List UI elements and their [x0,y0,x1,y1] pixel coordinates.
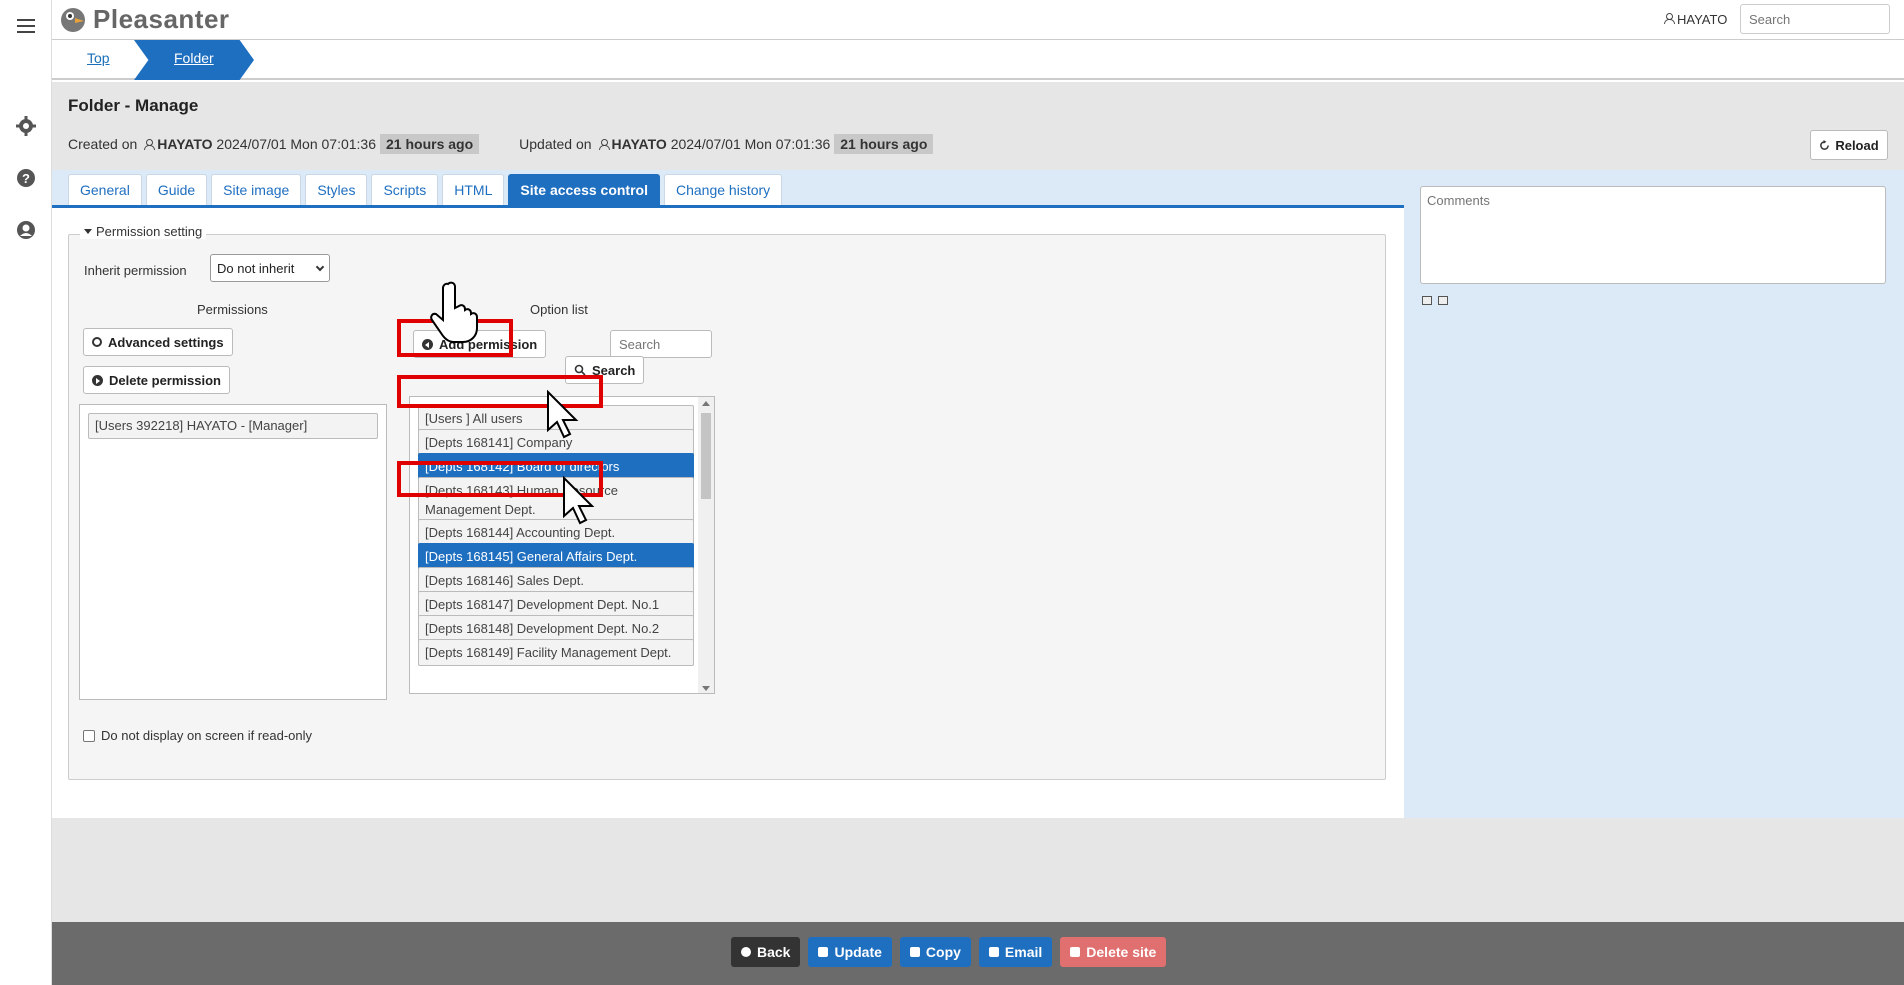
delete-site-button[interactable]: Delete site [1060,937,1167,967]
updated-date: 2024/07/01 Mon 07:01:36 [670,136,831,152]
tab-general[interactable]: General [68,174,142,205]
created-date: 2024/07/01 Mon 07:01:36 [216,136,376,152]
tab-change-history[interactable]: Change history [664,174,783,205]
breadcrumb: Top Folder [52,40,1904,80]
person-icon [598,138,610,150]
svg-text:?: ? [22,171,30,186]
inherit-permission-label: Inherit permission [84,263,187,278]
permissions-heading: Permissions [197,302,268,317]
page-title: Folder - Manage [68,96,199,115]
breadcrumb-folder-link[interactable]: Folder [134,40,254,80]
delete-permission-button[interactable]: Delete permission [83,366,230,394]
person-icon [143,138,156,150]
readonly-label: Do not display on screen if read-only [101,728,313,743]
app-name: Pleasanter [93,4,230,34]
footer-command-bar: Back Update Copy Email Delete site [52,922,1904,985]
email-icon [988,947,999,957]
copy-icon [909,947,920,957]
updated-user[interactable]: HAYATO [612,136,667,152]
option-item-accounting[interactable]: [Depts 168144] Accounting Dept. [418,519,694,546]
global-search-input[interactable] [1740,4,1890,34]
created-label: Created on [68,136,138,152]
person-icon [1663,13,1675,24]
gear-icon [92,337,102,347]
back-icon [741,947,751,957]
option-item-sales[interactable]: [Depts 168146] Sales Dept. [418,567,694,594]
breadcrumb-top-link[interactable]: Top [87,50,110,66]
update-button[interactable]: Update [808,937,892,967]
option-list-heading: Option list [530,302,588,317]
option-item-facility[interactable]: [Depts 168149] Facility Management Dept. [418,639,694,666]
scroll-up-icon[interactable] [702,401,710,406]
hand-pointer-icon [430,281,478,343]
readonly-option[interactable]: Do not display on screen if read-only [83,728,312,743]
updated-label: Updated on [519,136,592,152]
scroll-down-icon[interactable] [702,686,710,691]
pleasanter-bird-icon [61,7,85,32]
email-button[interactable]: Email [978,937,1053,967]
copy-button[interactable]: Copy [899,937,971,967]
option-list[interactable]: [Users ] All users [Depts 168141] Compan… [409,396,715,694]
reload-button[interactable]: Reload [1810,130,1888,160]
save-icon [818,947,829,957]
created-ago-badge: 21 hours ago [380,134,480,154]
left-rail: ? [0,0,52,985]
option-list-scrollbar[interactable] [698,397,714,693]
option-item-human-resource[interactable]: [Depts 168143] Human Resource Management… [418,477,694,523]
trash-icon [1070,947,1081,957]
permission-item[interactable]: [Users 392218] HAYATO - [Manager] [88,413,378,439]
current-user[interactable]: HAYATO [1657,12,1727,27]
image-insert-icon[interactable] [1422,296,1432,305]
chevron-down-icon [315,262,325,271]
updated-ago-badge: 21 hours ago [834,134,934,154]
tab-scripts[interactable]: Scripts [371,174,439,205]
site-access-control-content: Permission setting Inherit permission Do… [52,208,1404,818]
comments-panel [1404,170,1904,818]
tab-guide[interactable]: Guide [145,174,208,205]
option-item-development-2[interactable]: [Depts 168148] Development Dept. No.2 [418,615,694,642]
created-user[interactable]: HAYATO [157,136,212,152]
comments-textarea[interactable] [1420,186,1886,284]
arrow-right-circle-icon [92,374,103,386]
record-meta: Created on HAYATO 2024/07/01 Mon 07:01:3… [68,134,934,154]
permissions-list[interactable]: [Users 392218] HAYATO - [Manager] [79,404,387,700]
tab-html[interactable]: HTML [442,174,505,205]
file-insert-icon[interactable] [1438,296,1448,305]
content-background [52,818,1904,922]
gear-icon[interactable] [14,114,38,138]
permission-setting-legend[interactable]: Permission setting [80,224,207,239]
collapse-triangle-icon [84,229,92,234]
option-item-development-1[interactable]: [Depts 168147] Development Dept. No.1 [418,591,694,618]
scroll-thumb[interactable] [701,413,711,499]
advanced-settings-button[interactable]: Advanced settings [83,328,233,356]
mouse-cursor-icon [563,476,595,525]
reload-icon [1820,139,1830,150]
tab-bar: General Guide Site image Styles Scripts HTML S… [52,170,1404,208]
option-search-input[interactable] [610,330,712,358]
help-icon[interactable]: ? [14,166,38,190]
top-header: Pleasanter HAYATO [52,0,1904,40]
readonly-checkbox[interactable] [83,729,95,742]
tab-site-image[interactable]: Site image [211,174,302,205]
tab-styles[interactable]: Styles [305,174,368,205]
tab-site-access-control[interactable]: Site access control [508,174,660,205]
inherit-permission-select[interactable]: Do not inherit [210,254,330,282]
back-button[interactable]: Back [731,937,801,967]
management-header: Folder - Manage Created on HAYATO 2024/0… [52,82,1904,170]
app-logo[interactable]: Pleasanter [59,4,230,35]
hamburger-menu-icon[interactable] [14,14,38,38]
option-item-board-of-directors[interactable]: [Depts 168142] Board of directors [418,453,694,480]
mouse-cursor-icon [547,390,579,439]
user-account-icon[interactable] [14,218,38,242]
search-icon [574,364,586,376]
option-item-general-affairs[interactable]: [Depts 168145] General Affairs Dept. [418,543,694,570]
option-search-button[interactable]: Search [565,356,645,384]
